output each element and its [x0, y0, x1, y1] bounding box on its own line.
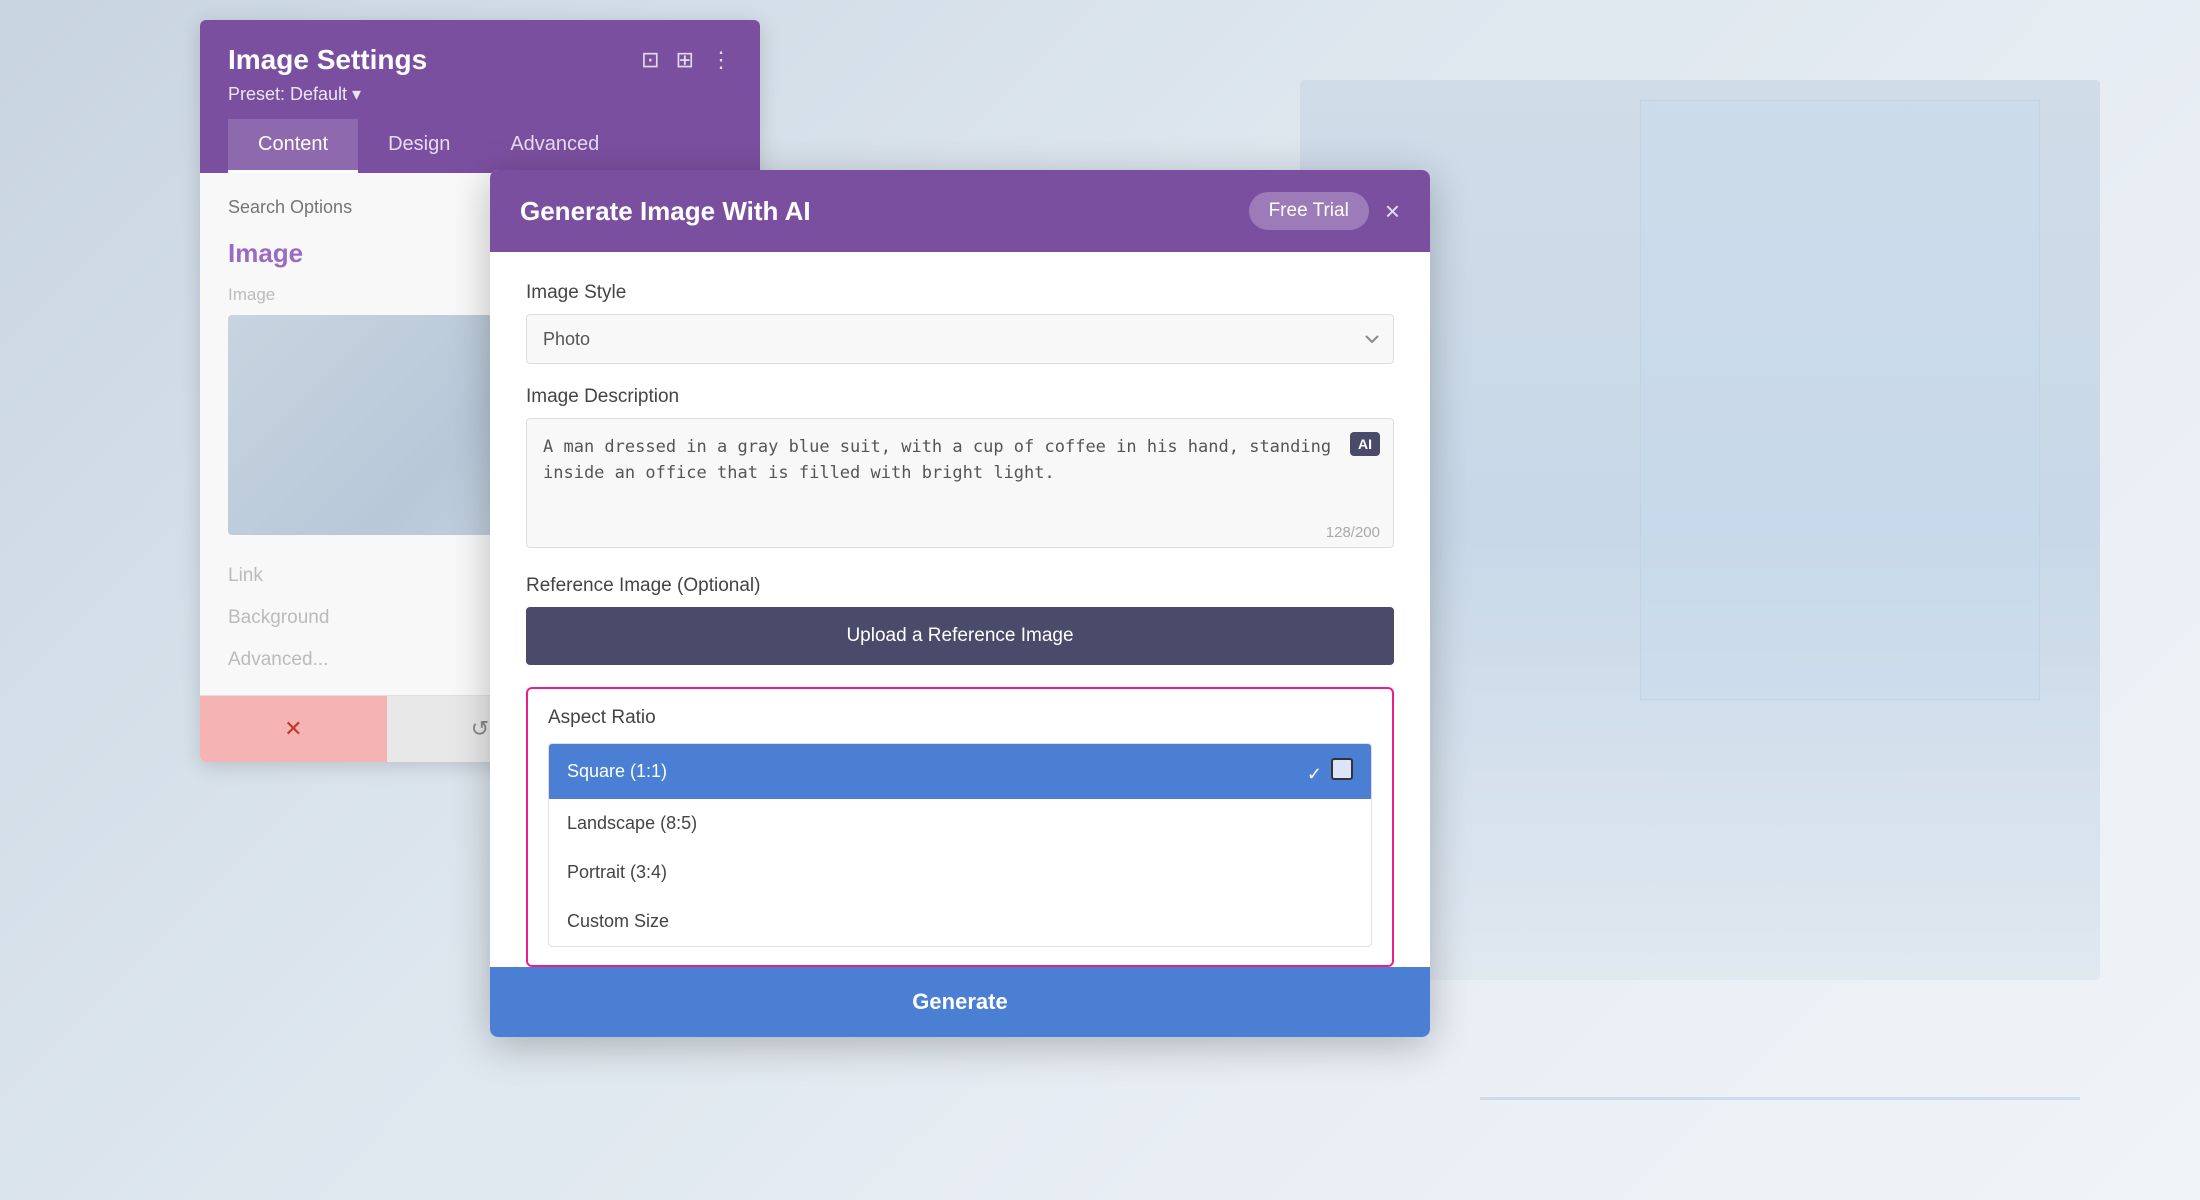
settings-title: Image Settings [228, 44, 427, 76]
ai-dialog-header-right: Free Trial × [1249, 192, 1400, 230]
checkmark-icon: ✓ [1307, 764, 1322, 784]
description-wrapper: A man dressed in a gray blue suit, with … [526, 418, 1394, 553]
close-button[interactable]: × [1385, 198, 1400, 224]
aspect-ratio-option-square[interactable]: Square (1:1) ✓ [549, 744, 1371, 799]
cursor-indicator [1331, 758, 1353, 780]
more-icon[interactable]: ⋮ [710, 47, 732, 73]
ai-dialog-header: Generate Image With AI Free Trial × [490, 170, 1430, 252]
aspect-ratio-dropdown: Square (1:1) ✓ Landscape (8:5) Portrait … [548, 743, 1372, 947]
aspect-ratio-option-landscape[interactable]: Landscape (8:5) [549, 799, 1371, 848]
columns-icon[interactable]: ⊞ [676, 47, 694, 73]
aspect-ratio-label: Aspect Ratio [548, 707, 1372, 729]
ai-badge: AI [1350, 432, 1380, 456]
reference-image-label: Reference Image (Optional) [526, 575, 1394, 597]
tab-content[interactable]: Content [228, 119, 358, 173]
image-description-label: Image Description [526, 386, 1394, 408]
expand-icon[interactable]: ⊡ [641, 47, 659, 73]
cancel-button[interactable]: ✕ [200, 696, 387, 762]
generate-button[interactable]: Generate [490, 967, 1430, 1037]
ai-dialog: Generate Image With AI Free Trial × Imag… [490, 170, 1430, 1037]
tab-advanced[interactable]: Advanced [480, 119, 629, 173]
ai-dialog-body: Image Style Photo Image Description A ma… [490, 252, 1430, 967]
settings-header-icons: ⊡ ⊞ ⋮ [641, 47, 732, 73]
settings-tabs: Content Design Advanced [228, 119, 732, 173]
settings-header: Image Settings ⊡ ⊞ ⋮ Preset: Default ▾ C… [200, 20, 760, 173]
char-count: 128/200 [1326, 524, 1380, 541]
aspect-ratio-section: Aspect Ratio Square (1:1) ✓ Landscape (8… [526, 687, 1394, 967]
upload-reference-button[interactable]: Upload a Reference Image [526, 607, 1394, 665]
tab-design[interactable]: Design [358, 119, 480, 173]
description-textarea[interactable]: A man dressed in a gray blue suit, with … [526, 418, 1394, 548]
free-trial-badge[interactable]: Free Trial [1249, 192, 1369, 230]
settings-preset[interactable]: Preset: Default ▾ [228, 84, 732, 105]
settings-title-row: Image Settings ⊡ ⊞ ⋮ [228, 44, 732, 76]
ai-dialog-title: Generate Image With AI [520, 196, 811, 227]
aspect-ratio-option-portrait[interactable]: Portrait (3:4) [549, 848, 1371, 897]
image-style-label: Image Style [526, 282, 1394, 304]
bg-window-decoration [1640, 100, 2040, 700]
aspect-ratio-option-custom[interactable]: Custom Size [549, 897, 1371, 946]
search-input[interactable] [228, 197, 460, 218]
image-style-select[interactable]: Photo [526, 314, 1394, 364]
bg-desk-decoration [1480, 1097, 2080, 1100]
